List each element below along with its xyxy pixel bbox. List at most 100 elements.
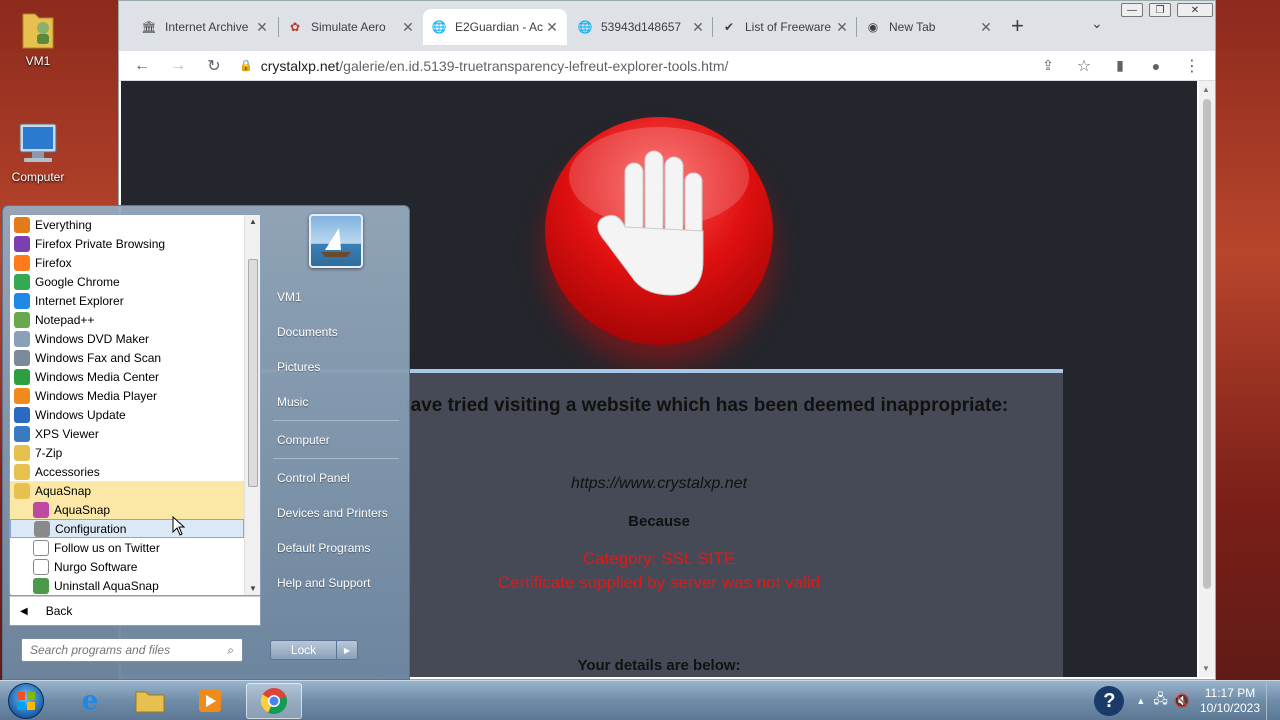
tab-internet-archive[interactable]: 🏛 Internet Archive ✕ xyxy=(133,9,277,45)
search-icon[interactable]: ⌕ xyxy=(227,643,234,658)
profile-icon[interactable]: ● xyxy=(1145,58,1167,74)
program-item[interactable]: Windows Media Player xyxy=(10,386,244,405)
program-item[interactable]: XPS Viewer xyxy=(10,424,244,443)
uninstall-icon xyxy=(33,577,49,594)
address-bar[interactable]: 🔒 crystalxp.net/galerie/en.id.5139-truet… xyxy=(239,58,1023,74)
share-icon[interactable]: ⇪ xyxy=(1037,57,1059,74)
close-icon[interactable]: ✕ xyxy=(835,19,849,36)
program-label: Accessories xyxy=(35,464,100,479)
start-item-default-programs[interactable]: Default Programs xyxy=(277,541,370,555)
user-folder-icon xyxy=(21,6,55,50)
program-item[interactable]: Windows Update xyxy=(10,405,244,424)
search-icon xyxy=(14,216,30,233)
start-item-music[interactable]: Music xyxy=(277,395,308,409)
volume-muted-icon[interactable]: 🔇 xyxy=(1174,693,1190,709)
clock-date: 10/10/2023 xyxy=(1199,701,1261,715)
taskbar: e ? ▲ 🖧 🔇 11:17 PM 10/10/2023 xyxy=(0,680,1280,720)
tab-simulate-aero[interactable]: ✿ Simulate Aero ✕ xyxy=(279,9,423,45)
program-item[interactable]: Firefox Private Browsing xyxy=(10,234,244,253)
program-list-scrollbar[interactable]: ▲ ▼ xyxy=(244,215,260,595)
close-icon[interactable]: ✕ xyxy=(401,19,415,36)
program-item[interactable]: Nurgo Software xyxy=(10,557,244,576)
back-arrow-icon[interactable]: ← xyxy=(131,57,153,75)
program-item[interactable]: Configuration xyxy=(10,519,244,538)
tab-53943d[interactable]: 🌐 53943d148657 ✕ xyxy=(569,9,713,45)
menu-kebab-icon[interactable]: ⋮ xyxy=(1181,56,1203,76)
program-item[interactable]: Follow us on Twitter xyxy=(10,538,244,557)
close-icon[interactable]: ✕ xyxy=(979,19,993,36)
windows-logo-icon xyxy=(17,692,35,710)
network-icon[interactable]: 🖧 xyxy=(1153,690,1168,712)
lock-options-arrow-icon[interactable]: ▶ xyxy=(337,641,357,659)
start-search-box[interactable]: ⌕ xyxy=(21,638,243,662)
start-orb-button[interactable] xyxy=(8,683,44,719)
reload-icon[interactable]: ↻ xyxy=(203,56,225,76)
scrollbar-thumb[interactable] xyxy=(1203,99,1211,589)
tab-title: Internet Archive xyxy=(165,20,249,34)
program-item[interactable]: Firefox xyxy=(10,253,244,272)
globe-icon: 🌐 xyxy=(577,20,593,34)
close-icon[interactable]: ✕ xyxy=(691,19,705,36)
program-item[interactable]: Uninstall AquaSnap xyxy=(10,576,244,595)
program-item[interactable]: Windows DVD Maker xyxy=(10,329,244,348)
program-label: XPS Viewer xyxy=(35,426,99,441)
side-panel-icon[interactable]: ▮ xyxy=(1109,57,1131,74)
start-item-vm1[interactable]: VM1 xyxy=(277,290,302,304)
start-item-help-support[interactable]: Help and Support xyxy=(277,576,370,590)
close-window-icon[interactable]: ✕ xyxy=(1177,3,1213,17)
star-icon[interactable]: ☆ xyxy=(1073,56,1095,76)
program-item[interactable]: 7-Zip xyxy=(10,443,244,462)
tab-new-tab[interactable]: ◉ New Tab ✕ xyxy=(857,9,1001,45)
config-icon xyxy=(34,520,50,537)
program-item[interactable]: Google Chrome xyxy=(10,272,244,291)
chrome-icon xyxy=(260,688,287,714)
close-icon[interactable]: ✕ xyxy=(255,19,269,36)
program-item[interactable]: Internet Explorer xyxy=(10,291,244,310)
program-label: Windows DVD Maker xyxy=(35,331,150,346)
close-icon[interactable]: ✕ xyxy=(545,19,559,36)
help-icon[interactable]: ? xyxy=(1094,686,1125,716)
desktop-icon-computer[interactable]: Computer xyxy=(0,122,76,184)
document-icon xyxy=(33,558,49,575)
chevron-down-icon[interactable]: ⌄ xyxy=(1091,15,1103,32)
maximize-icon[interactable]: ❐ xyxy=(1149,3,1171,17)
program-item[interactable]: AquaSnap xyxy=(10,500,244,519)
show-hidden-icons-icon[interactable]: ▲ xyxy=(1136,696,1145,706)
lock-button[interactable]: Lock ▶ xyxy=(270,640,358,660)
taskbar-internet-explorer[interactable]: e xyxy=(62,683,118,719)
start-item-pictures[interactable]: Pictures xyxy=(277,360,320,374)
program-item[interactable]: Everything xyxy=(10,215,244,234)
show-desktop-button[interactable] xyxy=(1266,681,1280,720)
start-item-documents[interactable]: Documents xyxy=(277,325,338,339)
user-avatar[interactable] xyxy=(309,214,363,268)
desktop-icon-vm1[interactable]: VM1 xyxy=(0,6,76,68)
scrollbar-thumb[interactable] xyxy=(248,259,258,487)
taskbar-explorer[interactable] xyxy=(122,683,178,719)
tab-e2guardian[interactable]: 🌐 E2Guardian - Ac ✕ xyxy=(423,9,567,45)
taskbar-chrome[interactable] xyxy=(246,683,302,719)
tab-title: List of Freeware xyxy=(745,20,832,34)
page-scrollbar[interactable]: ▲ ▼ xyxy=(1199,81,1215,677)
start-item-computer[interactable]: Computer xyxy=(277,433,330,447)
clock[interactable]: 11:17 PM 10/10/2023 xyxy=(1194,686,1266,716)
start-item-devices-printers[interactable]: Devices and Printers xyxy=(277,506,388,520)
dvd-icon xyxy=(14,330,30,347)
program-item[interactable]: Windows Media Center xyxy=(10,367,244,386)
fax-icon xyxy=(14,349,30,366)
back-button[interactable]: ◀ Back xyxy=(9,596,261,626)
new-tab-button[interactable]: + xyxy=(1011,13,1024,39)
program-item[interactable]: Accessories xyxy=(10,462,244,481)
start-item-control-panel[interactable]: Control Panel xyxy=(277,471,350,485)
document-icon xyxy=(33,539,49,556)
taskbar-media-player[interactable] xyxy=(182,683,238,719)
forward-arrow-icon[interactable]: → xyxy=(167,57,189,75)
program-label: 7-Zip xyxy=(35,445,63,460)
program-item[interactable]: Windows Fax and Scan xyxy=(10,348,244,367)
start-search-input[interactable] xyxy=(30,643,228,657)
program-item[interactable]: AquaSnap xyxy=(10,481,244,500)
tab-freeware[interactable]: ✔ List of Freeware ✕ xyxy=(713,9,857,45)
back-label: Back xyxy=(45,604,73,618)
minimize-icon[interactable]: — xyxy=(1121,3,1143,17)
folder-icon xyxy=(135,691,165,713)
program-item[interactable]: Notepad++ xyxy=(10,310,244,329)
